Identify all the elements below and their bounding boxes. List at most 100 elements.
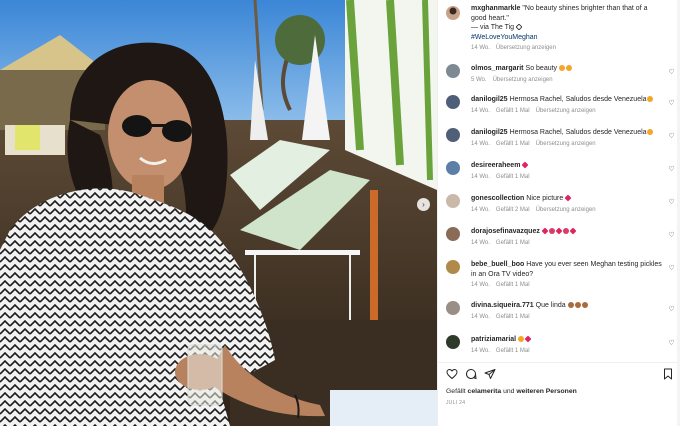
like-heart-icon[interactable]: ♡ (668, 340, 675, 347)
comment-username[interactable]: divina.siqueira.771 (471, 302, 534, 309)
comment-translate[interactable]: Übersetzung anzeigen (493, 77, 553, 83)
comment-username[interactable]: olmos_margarit (471, 65, 524, 72)
comment-time[interactable]: 14 Wo. (471, 240, 490, 246)
avatar[interactable] (446, 128, 460, 142)
post-photo[interactable]: › (0, 0, 437, 426)
caption-translate[interactable]: Übersetzung anzeigen (496, 45, 556, 51)
avatar-image (446, 64, 460, 78)
avatar-image (446, 6, 460, 20)
emoji (566, 65, 573, 71)
comment-translate[interactable]: Übersetzung anzeigen (536, 141, 596, 147)
avatar[interactable] (446, 64, 460, 78)
like-heart-icon[interactable]: ♡ (668, 199, 675, 206)
comment-username[interactable]: gonescollection (471, 195, 524, 202)
comment-username[interactable]: bebe_buell_boo (471, 261, 524, 268)
comment-likes[interactable]: Gefällt 2 Mal (496, 207, 530, 213)
like-heart-icon[interactable]: ♡ (668, 306, 675, 313)
avatar-image (446, 335, 460, 349)
comment-username[interactable]: danilogil25 (471, 96, 508, 103)
avatar-image (446, 194, 460, 208)
post-viewer: › mxghanmarkle "No beauty shines brighter… (0, 0, 680, 426)
comment-likes[interactable]: Gefällt 1 Mal (496, 240, 530, 246)
like-heart-icon[interactable]: ♡ (668, 265, 675, 272)
avatar-image (446, 227, 460, 241)
comment-text: Nice picture (526, 195, 564, 202)
comment-likes[interactable]: Gefällt 1 Mal (496, 108, 530, 114)
avatar[interactable] (446, 161, 460, 175)
avatar-image (446, 128, 460, 142)
avatar-image (446, 260, 460, 274)
emoji (555, 227, 563, 235)
emoji (559, 65, 566, 71)
avatar[interactable] (446, 227, 460, 241)
comment-time[interactable]: 14 Wo. (471, 348, 490, 354)
avatar[interactable] (446, 194, 460, 208)
avatar-image (446, 95, 460, 109)
comments-panel: mxghanmarkle "No beauty shines brighter t… (437, 0, 680, 426)
comment-time[interactable]: 14 Wo. (471, 108, 490, 114)
comment-translate[interactable]: Übersetzung anzeigen (536, 108, 596, 114)
emoji (646, 129, 653, 135)
comment-username[interactable]: danilogil25 (471, 129, 508, 136)
caption-hashtag[interactable]: #WeLoveYouMeghan (471, 34, 538, 41)
emoji (524, 335, 532, 343)
comment-likes[interactable]: Gefällt 1 Mal (496, 282, 530, 288)
avatar[interactable] (446, 260, 460, 274)
emoji (581, 302, 588, 308)
avatar[interactable] (446, 335, 460, 349)
comment-translate[interactable]: Übersetzung anzeigen (536, 207, 596, 213)
comment-time[interactable]: 5 Wo. (471, 77, 487, 83)
comment-likes[interactable]: Gefällt 1 Mal (496, 141, 530, 147)
avatar-image (446, 301, 460, 315)
like-heart-icon[interactable]: ♡ (668, 69, 675, 76)
comment-username[interactable]: dorajosefinavazquez (471, 228, 540, 235)
emoji (562, 228, 569, 234)
comment-text: Hermosa Rachel, Saludos desde Venezuela (509, 129, 647, 136)
emoji (567, 302, 574, 308)
comment-username[interactable]: desireeraheem (471, 162, 520, 169)
heart-icon[interactable] (446, 368, 458, 380)
comment-text: Hermosa Rachel, Saludos desde Venezuela (509, 96, 647, 103)
likes-prefix: Gefällt (446, 388, 468, 395)
comment-likes[interactable]: Gefällt 1 Mal (496, 174, 530, 180)
comment-text: So beauty (525, 65, 558, 72)
heart-emoji (515, 23, 523, 31)
comments-list[interactable]: mxghanmarkle "No beauty shines brighter t… (438, 0, 680, 362)
comment-time[interactable]: 14 Wo. (471, 282, 490, 288)
emoji (646, 96, 653, 102)
share-icon[interactable] (484, 368, 496, 380)
comment-time[interactable]: 14 Wo. (471, 174, 490, 180)
avatar[interactable] (446, 95, 460, 109)
like-heart-icon[interactable]: ♡ (668, 133, 675, 140)
comment-likes[interactable]: Gefällt 1 Mal (496, 314, 530, 320)
comment-time[interactable]: 14 Wo. (471, 314, 490, 320)
like-heart-icon[interactable]: ♡ (668, 232, 675, 239)
caption-credit: — via The Tig (471, 24, 515, 31)
emoji (541, 227, 549, 235)
comment-username[interactable]: patriziamarial (471, 336, 516, 343)
emoji (574, 302, 581, 308)
likes-others[interactable]: weiteren Personen (516, 388, 576, 395)
action-bar: Gefällt celamerita und weiteren Personen… (438, 362, 680, 426)
chevron-right-icon[interactable]: › (417, 198, 430, 211)
caption-time[interactable]: 14 Wo. (471, 45, 490, 51)
avatar[interactable] (446, 301, 460, 315)
comment-time[interactable]: 14 Wo. (471, 207, 490, 213)
like-heart-icon[interactable]: ♡ (668, 100, 675, 107)
likes-summary: Gefällt celamerita und weiteren Personen (446, 388, 577, 395)
emoji (518, 336, 525, 342)
post-date[interactable]: JULI 24 (446, 400, 465, 406)
comment-icon[interactable] (465, 368, 477, 380)
emoji (522, 161, 529, 169)
likes-middle: und (501, 388, 517, 395)
avatar-image (446, 161, 460, 175)
comment-likes[interactable]: Gefällt 1 Mal (496, 348, 530, 354)
comment-time[interactable]: 14 Wo. (471, 141, 490, 147)
caption-username[interactable]: mxghanmarkle (471, 5, 520, 12)
bookmark-icon[interactable] (662, 368, 674, 380)
likes-user[interactable]: celamerita (468, 388, 502, 395)
avatar[interactable] (446, 6, 460, 20)
comment-text: Que linda (535, 302, 566, 309)
like-heart-icon[interactable]: ♡ (668, 166, 675, 173)
emoji (564, 194, 572, 202)
